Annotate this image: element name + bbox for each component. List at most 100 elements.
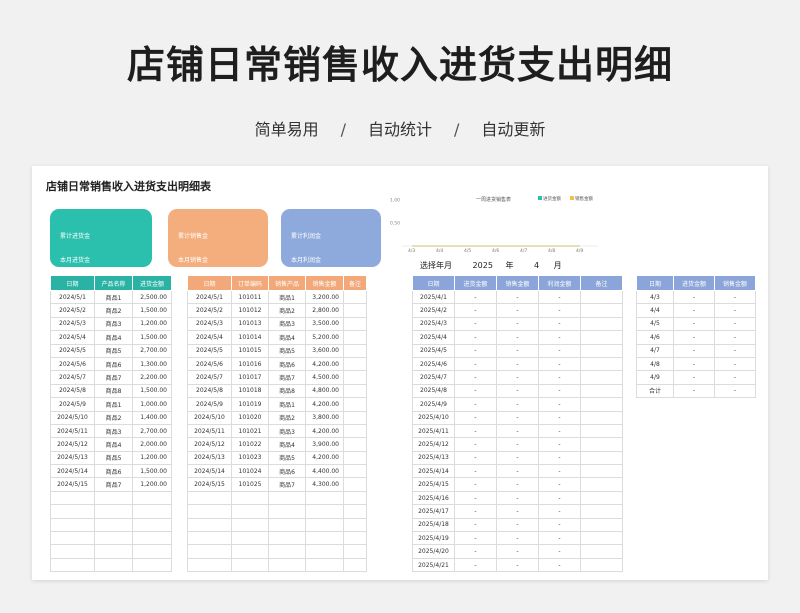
table-cell[interactable]: - [454,544,497,559]
table-cell[interactable]: 商品4 [268,437,306,452]
table-cell[interactable]: 2024/5/14 [50,464,95,479]
table-cell[interactable]: - [673,330,715,345]
table-cell[interactable]: - [714,343,756,358]
table-cell[interactable]: 2025/4/17 [412,504,455,519]
table-cell[interactable]: 101016 [231,356,269,372]
table-cell[interactable]: 商品7 [268,370,306,385]
table-cell[interactable]: - [496,531,539,546]
table-cell[interactable]: 2024/5/12 [50,437,95,452]
table-cell[interactable]: - [454,464,497,479]
table-cell[interactable] [305,531,344,546]
table-cell[interactable] [343,437,367,452]
table-cell[interactable]: 2,700.00 [132,343,172,358]
table-cell[interactable] [268,517,306,533]
table-cell[interactable]: 2024/5/4 [50,330,95,345]
table-cell[interactable]: - [454,504,497,519]
table-cell[interactable]: - [673,343,715,358]
table-cell[interactable]: 3,800.00 [305,410,344,425]
table-cell[interactable] [343,316,367,332]
table-cell[interactable]: - [454,517,497,533]
table-cell[interactable] [343,464,367,479]
table-cell[interactable]: - [496,557,539,573]
table-cell[interactable] [231,517,269,533]
table-cell[interactable] [132,504,172,519]
table-cell[interactable] [343,330,367,345]
table-cell[interactable]: 2025/4/5 [412,343,455,358]
table-cell[interactable]: 2024/5/6 [187,356,232,372]
table-cell[interactable] [580,356,623,372]
table-cell[interactable]: 2025/4/16 [412,490,455,506]
table-cell[interactable]: 2025/4/18 [412,517,455,533]
table-cell[interactable]: 2024/5/10 [50,410,95,425]
table-cell[interactable] [305,517,344,533]
table-cell[interactable]: 2024/5/4 [187,330,232,345]
table-cell[interactable]: - [496,437,539,452]
table-cell[interactable] [305,557,344,573]
table-cell[interactable] [580,517,623,533]
table-cell[interactable]: 101025 [231,477,269,492]
table-cell[interactable]: 2,700.00 [132,423,172,439]
table-cell[interactable] [580,370,623,385]
table-cell[interactable]: - [454,477,497,492]
table-cell[interactable] [94,531,133,546]
table-cell[interactable]: - [454,531,497,546]
table-cell[interactable] [343,477,367,492]
table-cell[interactable]: - [496,356,539,372]
table-cell[interactable] [343,356,367,372]
table-cell[interactable]: 商品3 [94,423,133,439]
table-cell[interactable] [580,316,623,332]
table-cell[interactable] [343,343,367,358]
table-cell[interactable]: 2024/5/14 [187,464,232,479]
table-cell[interactable]: 4,500.00 [305,370,344,385]
table-cell[interactable]: 101017 [231,370,269,385]
table-cell[interactable]: 2024/5/15 [50,477,95,492]
table-cell[interactable]: - [538,303,581,318]
table-cell[interactable]: 2025/4/2 [412,303,455,318]
table-cell[interactable] [50,490,95,506]
table-cell[interactable]: 2025/4/4 [412,330,455,345]
table-cell[interactable]: 4,200.00 [305,423,344,439]
table-cell[interactable]: 4/7 [636,343,674,358]
table-cell[interactable]: 1,300.00 [132,356,172,372]
table-cell[interactable] [343,410,367,425]
table-cell[interactable]: 2024/5/13 [187,450,232,466]
table-cell[interactable] [343,557,367,573]
table-cell[interactable]: 商品6 [94,356,133,372]
table-cell[interactable]: - [496,397,539,412]
table-cell[interactable] [343,397,367,412]
table-cell[interactable]: 商品3 [268,316,306,332]
table-cell[interactable] [580,423,623,439]
table-cell[interactable]: - [673,316,715,332]
table-cell[interactable] [94,517,133,533]
table-cell[interactable]: - [454,383,497,399]
table-cell[interactable]: 2,800.00 [305,303,344,318]
table-cell[interactable]: 2024/5/7 [187,370,232,385]
table-cell[interactable]: 2024/5/5 [187,343,232,358]
table-cell[interactable] [343,450,367,466]
table-cell[interactable]: 商品1 [94,397,133,412]
table-cell[interactable]: - [538,531,581,546]
table-cell[interactable]: - [454,557,497,573]
table-cell[interactable]: 1,200.00 [132,316,172,332]
table-cell[interactable]: 商品1 [268,289,306,305]
table-cell[interactable]: 101018 [231,383,269,399]
table-cell[interactable] [94,557,133,573]
table-cell[interactable]: 2,500.00 [132,289,172,305]
table-cell[interactable]: 2,200.00 [132,370,172,385]
table-cell[interactable]: 商品3 [94,316,133,332]
table-cell[interactable]: 4/6 [636,330,674,345]
table-cell[interactable] [94,490,133,506]
table-cell[interactable] [580,504,623,519]
table-cell[interactable]: - [673,303,715,318]
table-cell[interactable]: - [714,289,756,305]
table-cell[interactable]: 101011 [231,289,269,305]
table-cell[interactable]: - [538,330,581,345]
table-cell[interactable]: - [496,383,539,399]
table-cell[interactable] [580,330,623,345]
table-cell[interactable]: 1,400.00 [132,410,172,425]
table-cell[interactable]: 商品5 [94,450,133,466]
table-cell[interactable]: 商品5 [94,343,133,358]
table-cell[interactable]: 1,200.00 [132,450,172,466]
table-cell[interactable]: 2025/4/6 [412,356,455,372]
table-cell[interactable]: 1,200.00 [132,477,172,492]
